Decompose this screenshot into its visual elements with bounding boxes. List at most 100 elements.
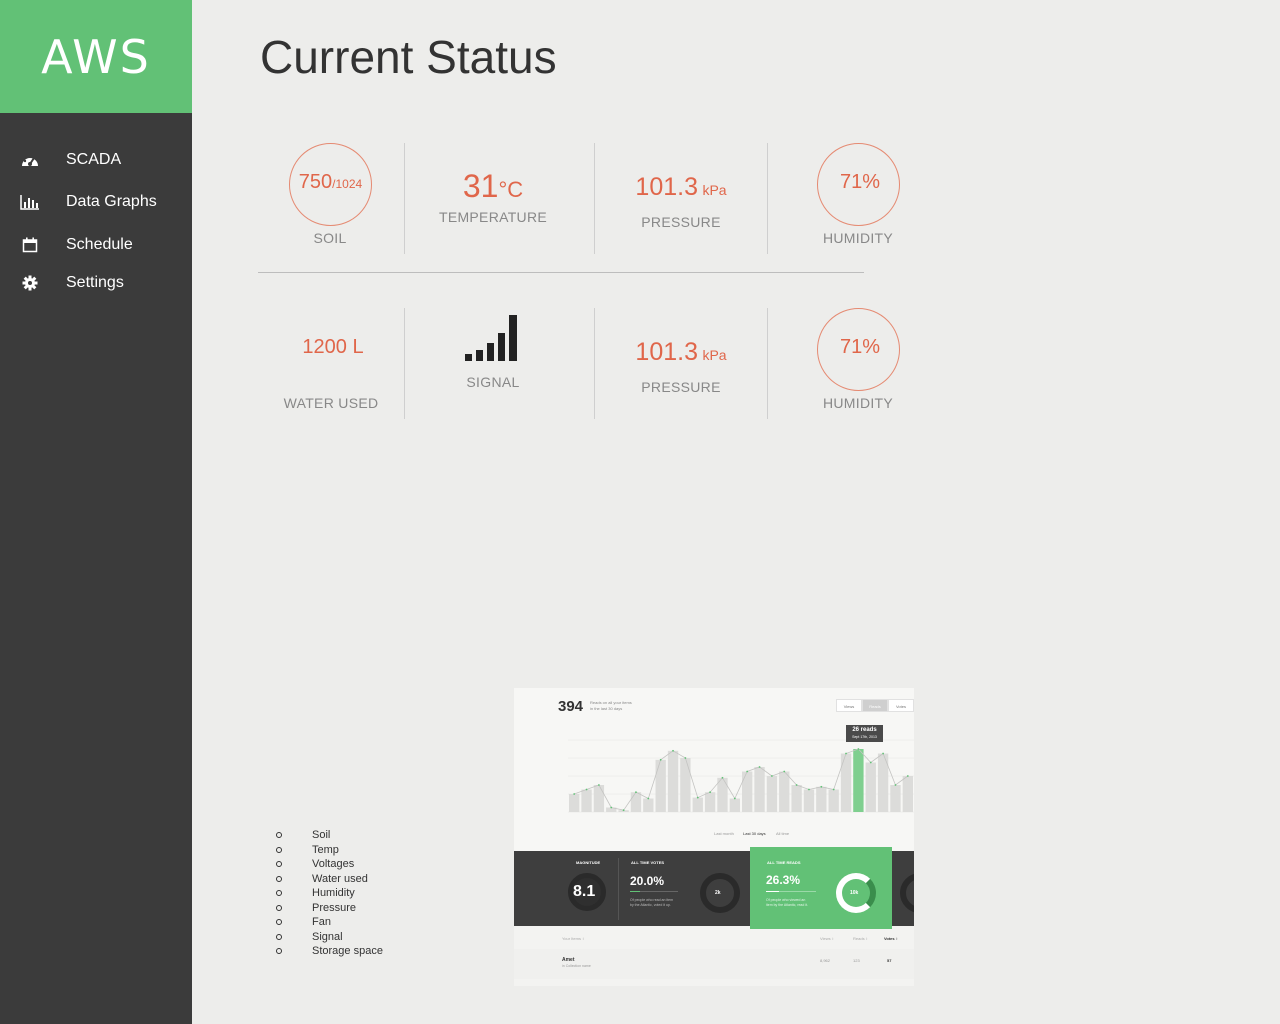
divider	[594, 308, 595, 419]
mockup-range-30-days: Last 30 days	[743, 831, 766, 836]
mockup-bar	[729, 798, 740, 812]
signal-strength-icon	[464, 314, 522, 362]
humidity-label: HUMIDITY	[822, 230, 894, 246]
mockup-point	[622, 809, 625, 812]
divider	[404, 308, 405, 419]
mockup-table-header: Reads ↕	[853, 936, 868, 941]
mockup-point	[585, 788, 588, 791]
soil-value: 750/1024	[289, 171, 372, 194]
bullet-icon	[276, 832, 282, 838]
mockup-point	[659, 758, 662, 761]
water-label: WATER USED	[283, 395, 379, 411]
bar-chart-icon	[20, 193, 40, 211]
mockup-point	[746, 770, 749, 773]
mockup-bar	[742, 771, 753, 812]
pressure-label: PRESSURE	[641, 214, 721, 230]
pressure-reading: 101.3	[635, 173, 698, 201]
mockup-point	[721, 776, 724, 779]
pressure-label: PRESSURE	[641, 379, 721, 395]
bullet-icon	[276, 933, 282, 940]
humidity-value: 71%	[817, 171, 903, 194]
calendar-icon	[20, 236, 40, 254]
bullet-icon	[276, 875, 282, 882]
mockup-point	[696, 796, 699, 799]
mockup-point	[647, 797, 650, 800]
mockup-bar	[865, 762, 876, 812]
mockup-bar	[655, 759, 666, 812]
mockup-bar	[569, 794, 580, 812]
mockup-bar	[902, 776, 913, 812]
mockup-bar	[803, 789, 815, 812]
mockup-bar	[853, 749, 864, 812]
mockup-stat-head: ALL TIME READS	[767, 860, 801, 865]
mockup-donut-label: 2k	[715, 890, 721, 896]
mockup-toggle-reads: Reads	[862, 699, 888, 712]
mockup-point	[635, 791, 637, 794]
mockup-point	[770, 775, 773, 777]
humidity-label: HUMIDITY	[822, 395, 894, 411]
mockup-point	[832, 788, 835, 791]
bullet-icon	[276, 948, 282, 954]
divider	[767, 308, 768, 419]
pressure-unit: kPa	[702, 182, 727, 198]
sidebar-item-label: Data Graphs	[66, 193, 157, 210]
sidebar-item-schedule[interactable]: Schedule	[0, 229, 192, 261]
sidebar-item-data-graphs[interactable]: Data Graphs	[0, 186, 192, 218]
mockup-table: Your Items ↕ Views ↕ Reads ↕ Votes ↕ Ame…	[514, 929, 914, 986]
brand-logo: AWS	[41, 29, 151, 84]
mockup-point	[845, 752, 847, 755]
mockup-point	[882, 752, 885, 755]
mockup-bar	[766, 776, 778, 812]
mockup-point	[869, 761, 872, 764]
temperature-label: TEMPERATURE	[438, 209, 548, 225]
temperature-reading: 31	[462, 168, 499, 204]
divider	[594, 143, 595, 254]
mockup-headline-sub: Reads on all your items in the last 30 da…	[590, 700, 632, 711]
mockup-bar	[816, 786, 827, 812]
mockup-bar	[717, 777, 728, 812]
mockup-stat-sub: Of people who viewed an item by the Atlan…	[766, 898, 809, 907]
mockup-progress-track	[630, 891, 678, 892]
mockup-headline: 394	[558, 698, 584, 715]
mockup-point	[610, 806, 613, 809]
mockup-stat-value: 20.0%	[630, 874, 665, 888]
mockup-toggle-votes: Votes	[888, 699, 914, 712]
brand-header[interactable]: AWS	[0, 0, 192, 113]
sidebar-item-label: SCADA	[66, 151, 122, 168]
sidebar-item-settings[interactable]: Settings	[0, 267, 192, 299]
humidity-reading: 71%	[839, 336, 881, 358]
mockup-bar	[643, 798, 654, 812]
mockup-bar	[779, 771, 790, 812]
bullet-icon	[276, 919, 282, 925]
water-value: 1200 L	[283, 336, 383, 359]
pressure-unit: kPa	[702, 347, 727, 363]
gear-icon	[20, 274, 40, 292]
table-row: Amet in Collection name 8,962 123 57	[514, 949, 914, 979]
humidity-reading: 71%	[839, 171, 881, 193]
temperature-unit: °C	[498, 177, 524, 202]
sidebar: AWS SCADA Data Graphs Schedule Settings	[0, 0, 192, 1024]
humidity-value-2: 71%	[817, 336, 903, 359]
mockup-range-all-time: All time	[776, 831, 790, 836]
analytics-mockup-image: 394 Reads on all your items in the last 3…	[514, 688, 914, 986]
soil-label: SOIL	[313, 230, 347, 246]
mockup-stat-head: ALL TIME VOTES	[631, 860, 665, 865]
mockup-point	[597, 784, 600, 786]
mockup-toggle-views: Views	[836, 699, 862, 712]
pressure-value-2: 101.3 kPa	[620, 338, 742, 367]
sidebar-item-scada[interactable]: SCADA	[0, 144, 192, 176]
mockup-stat-head: MAGNITUDE	[576, 860, 601, 865]
mockup-progress-track	[766, 891, 816, 892]
mockup-point	[758, 766, 761, 768]
mockup-table-header: Your Items ↕	[562, 936, 585, 941]
mockup-point	[906, 775, 909, 777]
mockup-bar	[581, 789, 592, 812]
water-reading: 1200 L	[302, 336, 364, 358]
mockup-stat-sub: Of people who read an item by the Atlanti…	[630, 898, 673, 907]
mockup-point	[783, 770, 786, 773]
sidebar-item-label: Settings	[66, 274, 124, 291]
mockup-point	[684, 757, 687, 759]
mockup-point	[795, 784, 798, 786]
mockup-stat-value: 8.1	[573, 883, 596, 900]
dashboard-icon	[20, 151, 40, 169]
